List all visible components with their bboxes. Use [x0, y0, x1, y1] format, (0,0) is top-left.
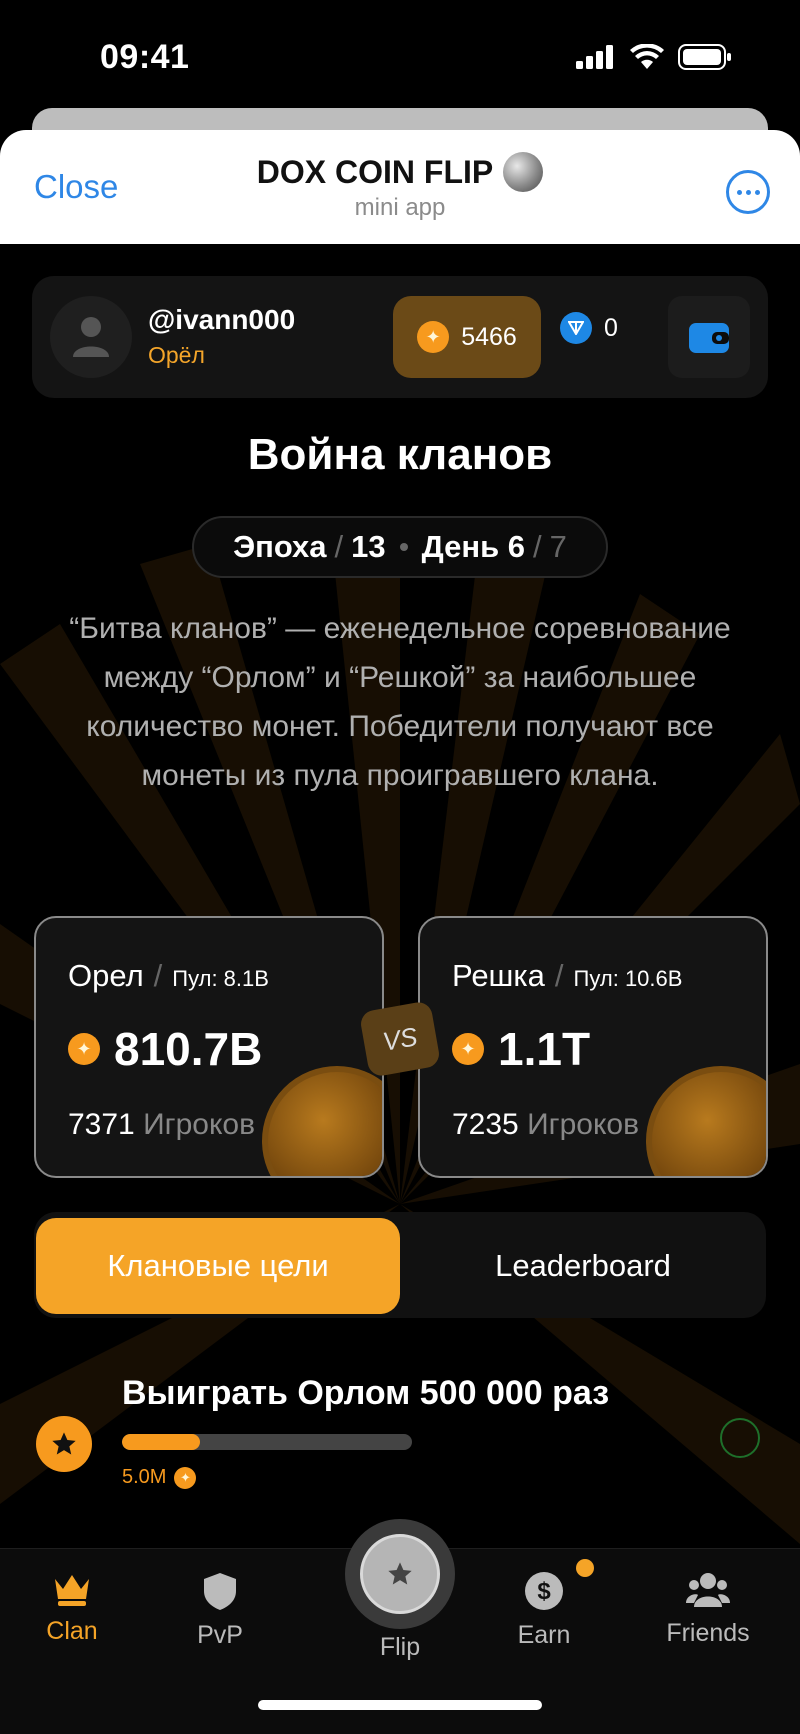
app-title: DOX COIN FLIP [256, 153, 494, 190]
coin-icon: ✦ [174, 1466, 197, 1489]
clan-name: Решка [452, 958, 545, 993]
nav-label: Friends [666, 1619, 750, 1647]
nav-label: Earn [517, 1621, 571, 1649]
crown-icon [55, 1575, 89, 1606]
goal-title: Выиграть Орлом 500 000 раз [122, 1374, 610, 1412]
flip-button[interactable] [345, 1519, 455, 1629]
user-icon [73, 317, 109, 357]
epoch-slash: / [334, 529, 344, 564]
nav-label: PvP [197, 1621, 243, 1649]
tab-leaderboard[interactable]: Leaderboard [400, 1218, 766, 1314]
status-icons [576, 44, 732, 70]
shield-icon [204, 1573, 236, 1610]
status-bar: 09:41 [0, 0, 800, 110]
svg-text:$: $ [537, 1578, 551, 1605]
status-time: 09:41 [100, 38, 190, 76]
page-title: Война кланов [247, 430, 553, 479]
wifi-icon [630, 44, 664, 69]
day-total: 7 [549, 529, 567, 564]
earn-notification-badge [576, 1559, 594, 1577]
more-dot [745, 189, 751, 195]
card-slash: / [153, 958, 163, 993]
more-dot [754, 189, 760, 195]
players-label: Игроков [143, 1108, 256, 1141]
home-indicator [258, 1700, 542, 1710]
players-count: 7371 [68, 1108, 135, 1141]
nav-label: Clan [46, 1617, 98, 1645]
app-content: @ivann000 Орёл ✦ 5466 0 Война кланов Эпо… [0, 244, 800, 1734]
day-slash: / [533, 529, 542, 564]
nav-flip-label[interactable]: Flip [320, 1633, 480, 1662]
coin-balance-value: 5466 [461, 322, 517, 351]
goal-reward-value: 5.0M [122, 1466, 167, 1488]
card-slash: / [554, 958, 564, 993]
wallet-icon [689, 323, 729, 353]
goal-reward: 5.0M ✦ [122, 1466, 197, 1489]
clan-name: Орел [68, 958, 144, 993]
nav-clan[interactable]: Clan [12, 1571, 132, 1646]
goal-progress-bar [122, 1434, 412, 1450]
epoch-value: 13 [351, 529, 386, 564]
goal-progress-fill [122, 1434, 201, 1450]
ton-icon [560, 312, 592, 344]
coin-icon: ✦ [68, 1033, 100, 1065]
coin-icon: ✦ [417, 321, 450, 353]
username: @ivann000 [148, 304, 296, 335]
nav-friends[interactable]: Friends [648, 1571, 768, 1648]
card-header: Решка / Пул: 10.6B [452, 958, 682, 994]
coin-balance[interactable]: ✦ 5466 [393, 296, 541, 378]
more-dot [736, 189, 742, 195]
description: “Битва кланов” — еженедельное соревнован… [69, 612, 731, 792]
tab-bar: Клановые цели Leaderboard [34, 1212, 766, 1318]
goal-item[interactable]: Выиграть Орлом 500 000 раз 5.0M ✦ [32, 1374, 772, 1494]
clan-card-tails[interactable]: Решка / Пул: 10.6B ✦ 1.1T 7235 Игроков [418, 916, 768, 1178]
clan-amount-value: 1.1T [498, 1023, 591, 1075]
profile-bar: @ivann000 Орёл ✦ 5466 0 [32, 276, 768, 398]
players-count: 7235 [452, 1108, 519, 1141]
moon-coin-icon [503, 152, 544, 192]
user-clan: Орёл [148, 342, 205, 368]
dollar-icon: $ [525, 1572, 563, 1610]
avatar[interactable] [50, 296, 132, 378]
more-button[interactable] [726, 170, 770, 214]
star-icon [388, 1562, 412, 1585]
eagle-coin-icon [262, 1066, 382, 1176]
ton-balance[interactable]: 0 [560, 312, 618, 344]
nav-pvp[interactable]: PvP [160, 1571, 280, 1650]
tails-coin-icon [646, 1066, 766, 1176]
coin-icon: ✦ [452, 1033, 484, 1065]
day-label: День 6 [421, 529, 525, 564]
battery-icon [678, 44, 731, 70]
clan-pool: Пул: 10.6B [573, 966, 683, 991]
clan-players: 7235 Игроков [452, 1108, 639, 1142]
players-label: Игроков [527, 1108, 640, 1141]
separator-dot [399, 543, 408, 551]
mini-app-header: Close DOX COIN FLIP mini app [0, 130, 800, 244]
goal-status-ring [720, 1418, 760, 1458]
ton-balance-value: 0 [604, 313, 618, 342]
title-block: DOX COIN FLIP mini app [0, 152, 800, 222]
card-header: Орел / Пул: 8.1B [68, 958, 269, 994]
clan-amount-value: 810.7B [114, 1023, 263, 1075]
star-icon [36, 1416, 92, 1472]
signal-icon [576, 45, 613, 69]
clan-card-eagle[interactable]: Орел / Пул: 8.1B ✦ 810.7B 7371 Игроков [34, 916, 384, 1178]
friends-icon [686, 1573, 730, 1607]
app-title-row: DOX COIN FLIP [256, 152, 544, 192]
clan-amount: ✦ 1.1T [452, 1022, 590, 1076]
flip-coin [360, 1534, 440, 1614]
clan-pool: Пул: 8.1B [172, 966, 269, 991]
clan-amount: ✦ 810.7B [68, 1022, 262, 1076]
app-subtitle: mini app [354, 194, 446, 221]
vs-badge: VS [358, 1000, 442, 1078]
clan-players: 7371 Игроков [68, 1108, 255, 1142]
nav-earn[interactable]: $ Earn [484, 1571, 604, 1650]
epoch-indicator: Эпоха / 13 День 6 / 7 [192, 516, 608, 578]
wallet-button[interactable] [668, 296, 750, 378]
epoch-label: Эпоха [233, 529, 327, 564]
tab-clan-goals[interactable]: Клановые цели [36, 1218, 400, 1314]
